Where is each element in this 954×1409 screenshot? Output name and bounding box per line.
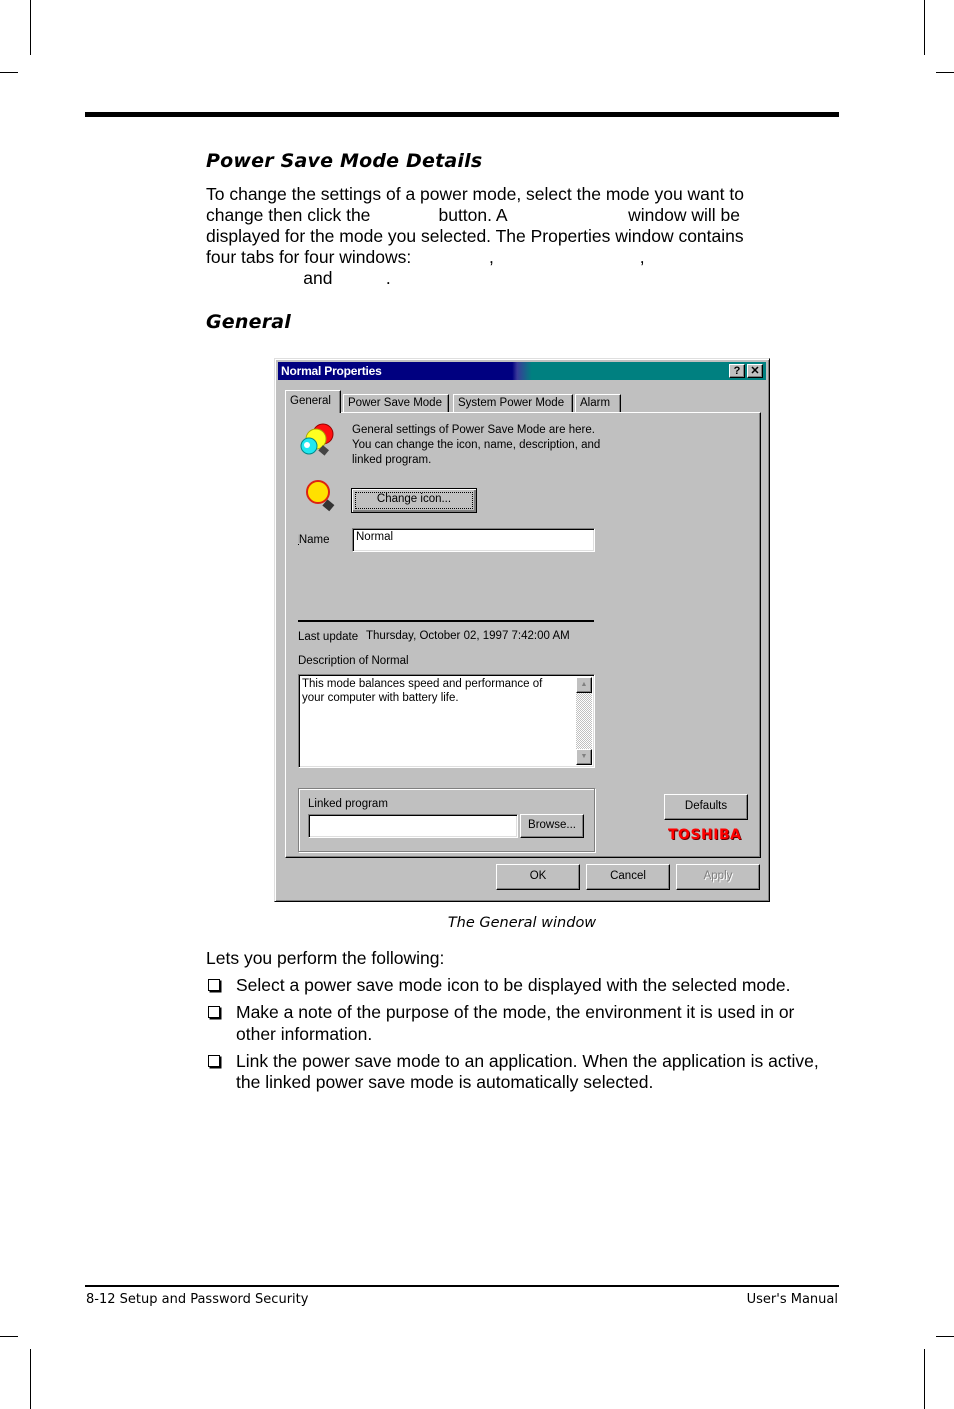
description-line: your computer with battery life.: [302, 692, 459, 704]
intro-paragraph: To change the settings of a power mode, …: [206, 184, 826, 289]
intro-line: change then click the button. A window w…: [206, 205, 741, 225]
properties-dialog: Normal Properties ? ✕ General Power Save…: [274, 358, 770, 902]
separator: [298, 620, 594, 622]
checkbox-bullet-icon: [208, 979, 220, 991]
toshiba-logo: TOSHIBA: [668, 827, 742, 843]
bullet-list: Select a power save mode icon to be disp…: [206, 975, 836, 1099]
description-line: This mode balances speed and performance…: [302, 678, 543, 690]
info-line: You can change the icon, name, descripti…: [352, 439, 601, 451]
crop-mark: [936, 72, 954, 73]
list-item-text: Select a power save mode icon to be disp…: [236, 975, 791, 995]
lead-in: Lets you perform the following:: [206, 948, 445, 968]
tab-system-power-mode[interactable]: System Power Mode: [453, 394, 573, 413]
section-heading: Power Save Mode Details: [206, 150, 483, 172]
figure-caption: The General window: [447, 915, 597, 931]
crop-mark: [0, 1336, 18, 1337]
tab-alarm[interactable]: Alarm: [575, 394, 621, 413]
crop-mark: [924, 0, 925, 55]
close-button[interactable]: ✕: [747, 364, 763, 378]
list-item: Link the power save mode to an applicati…: [206, 1051, 836, 1094]
intro-line: four tabs for four windows: , ,: [206, 247, 645, 267]
linked-program-label: Linked program: [308, 798, 388, 810]
checkbox-bullet-icon: [208, 1006, 220, 1018]
info-text: General settings of Power Save Mode are …: [352, 423, 600, 468]
list-item: Make a note of the purpose of the mode, …: [206, 1002, 836, 1045]
linked-program-group: Linked program Browse...: [298, 788, 595, 852]
apply-button[interactable]: Apply: [676, 864, 760, 890]
dialog-title: Normal Properties: [281, 364, 382, 378]
crop-mark: [30, 0, 31, 55]
info-line: General settings of Power Save Mode are …: [352, 424, 595, 436]
checkbox-bullet-icon: [208, 1054, 220, 1067]
scroll-down-arrow-icon[interactable]: ▼: [576, 749, 592, 765]
header-rule: [85, 112, 839, 117]
last-update-value: Thursday, October 02, 1997 7:42:00 AM: [366, 630, 570, 642]
list-item-text: Link the power save mode to an applicati…: [236, 1050, 819, 1093]
help-button[interactable]: ?: [729, 364, 745, 378]
footer-left: 8-12 Setup and Password Security: [86, 1292, 309, 1307]
scroll-up-arrow-icon[interactable]: ▲: [576, 677, 592, 693]
vertical-scrollbar[interactable]: ▲ ▼: [576, 677, 592, 765]
footer-rule: [85, 1285, 839, 1287]
linked-program-input[interactable]: [308, 814, 518, 838]
power-modes-icon: [300, 423, 334, 456]
change-icon-button[interactable]: Change icon...: [351, 488, 477, 513]
name-label: NName: [298, 534, 330, 546]
browse-button[interactable]: Browse...: [520, 814, 584, 838]
crop-mark: [30, 1349, 31, 1409]
list-item-text: Make a note of the purpose of the mode, …: [236, 1002, 795, 1044]
info-line: linked program.: [352, 454, 432, 466]
general-tab-panel: General settings of Power Save Mode are …: [285, 412, 761, 858]
description-label: Description of Normal: [298, 655, 409, 667]
crop-mark: [936, 1336, 954, 1337]
footer-right: User's Manual: [746, 1292, 838, 1307]
description-textarea[interactable]: This mode balances speed and performance…: [298, 674, 595, 768]
title-bar[interactable]: Normal Properties ? ✕: [278, 362, 766, 380]
defaults-button[interactable]: Defaults: [664, 794, 748, 820]
subheading: General: [206, 311, 291, 333]
crop-mark: [0, 72, 18, 73]
name-label-rest: Name: [298, 534, 330, 546]
cancel-button[interactable]: Cancel: [586, 864, 670, 890]
crop-mark: [924, 1349, 925, 1409]
intro-line: To change the settings of a power mode, …: [206, 184, 744, 204]
help-icon: ?: [733, 365, 741, 377]
focus-rect: [355, 492, 473, 509]
last-update-label: Last update: [298, 631, 359, 643]
ok-button[interactable]: OK: [496, 864, 580, 890]
tab-general[interactable]: General: [285, 390, 341, 413]
name-input[interactable]: Normal: [352, 528, 595, 552]
close-icon: ✕: [750, 365, 760, 377]
tab-power-save-mode[interactable]: Power Save Mode: [343, 394, 449, 413]
intro-line: displayed for the mode you selected. The…: [206, 226, 744, 246]
lightbulb-icon: [306, 480, 335, 512]
intro-line: and .: [206, 268, 391, 288]
list-item: Select a power save mode icon to be disp…: [206, 975, 836, 997]
